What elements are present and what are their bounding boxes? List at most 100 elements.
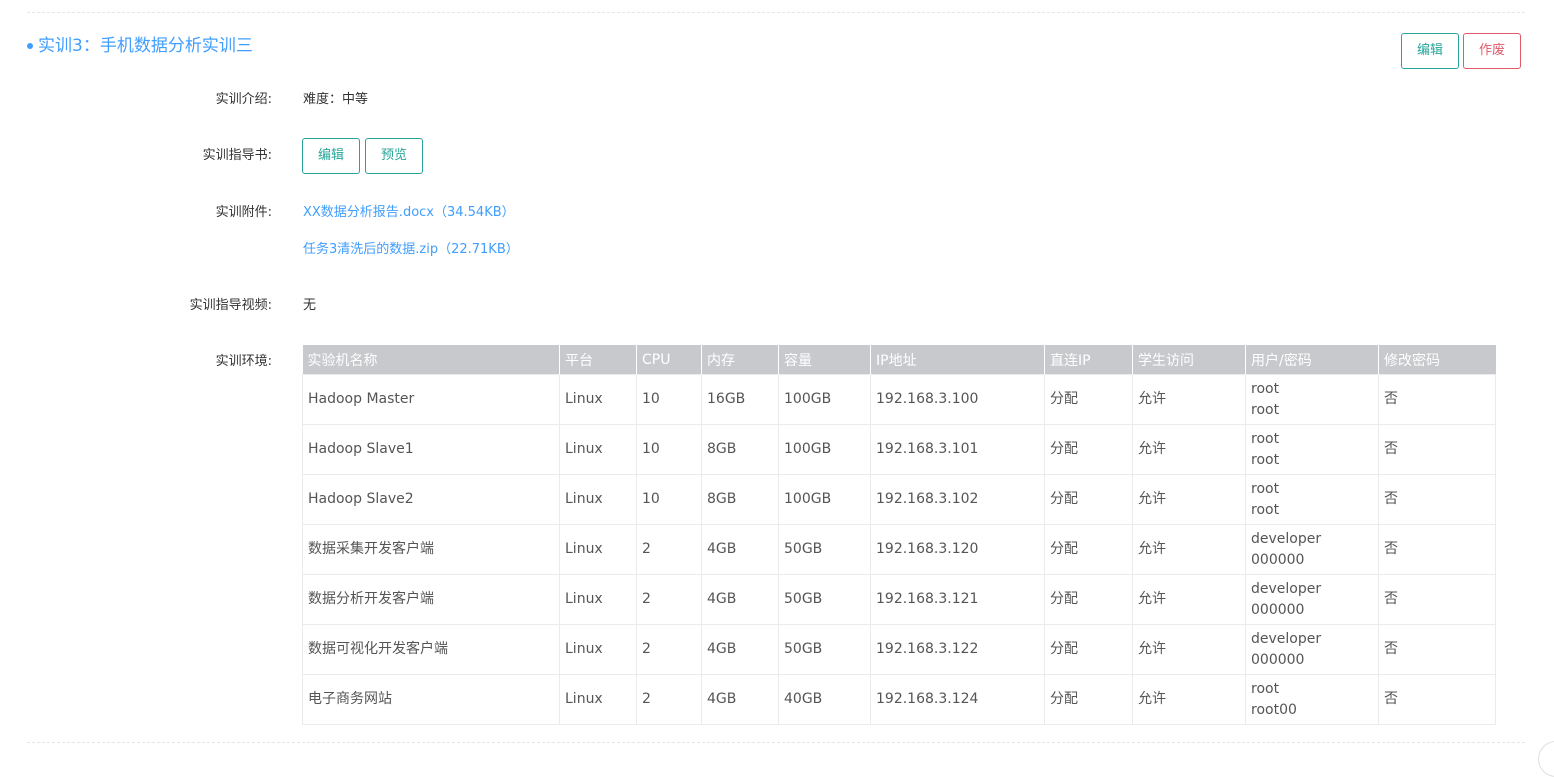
- section-title: 实训3：手机数据分析实训三: [38, 36, 253, 56]
- cell-password: 000000: [1251, 601, 1305, 618]
- cell-ip: 192.168.3.121: [870, 574, 1045, 625]
- cell-direct-ip: 分配: [1044, 574, 1133, 625]
- cell-memory: 4GB: [701, 574, 779, 625]
- cell-platform: Linux: [559, 524, 637, 575]
- header-direct-ip: 直连IP: [1044, 345, 1133, 375]
- cell-user: root: [1251, 380, 1280, 397]
- cell-user: developer: [1251, 580, 1322, 597]
- cell-user: root: [1251, 430, 1280, 447]
- cell-ip: 192.168.3.102: [870, 474, 1045, 525]
- cell-ip: 192.168.3.100: [870, 374, 1045, 425]
- cell-credentials: developer 000000: [1245, 524, 1379, 575]
- video-label: 实训指导视频:: [189, 298, 272, 313]
- cell-memory: 8GB: [701, 474, 779, 525]
- cell-platform: Linux: [559, 424, 637, 475]
- attachment-link-docx[interactable]: XX数据分析报告.docx（34.54KB）: [303, 203, 515, 223]
- guide-preview-button[interactable]: 预览: [365, 138, 423, 174]
- cell-vm-name: Hadoop Slave2: [302, 474, 560, 525]
- attachment-label: 实训附件:: [215, 205, 272, 220]
- section-bullet-icon: [27, 43, 33, 49]
- header-ip: IP地址: [870, 345, 1045, 375]
- cell-user: root: [1251, 480, 1280, 497]
- cell-platform: Linux: [559, 474, 637, 525]
- intro-label: 实训介绍:: [215, 92, 272, 107]
- cell-password: root00: [1251, 701, 1297, 718]
- cell-credentials: root root: [1245, 424, 1379, 475]
- cell-cpu: 2: [636, 574, 702, 625]
- cell-direct-ip: 分配: [1044, 674, 1133, 725]
- edit-section-button[interactable]: 编辑: [1401, 33, 1459, 69]
- guide-edit-button[interactable]: 编辑: [302, 138, 360, 174]
- cell-modify-password: 否: [1378, 624, 1496, 675]
- table-row: 数据采集开发客户端 Linux 2 4GB 50GB 192.168.3.120…: [302, 524, 1496, 575]
- header-vm-name: 实验机名称: [302, 345, 560, 375]
- cell-ip: 192.168.3.120: [870, 524, 1045, 575]
- cell-vm-name: 数据分析开发客户端: [302, 574, 560, 625]
- cell-password: root: [1251, 451, 1280, 468]
- cell-disk: 100GB: [778, 374, 871, 425]
- cell-cpu: 10: [636, 424, 702, 475]
- cell-user: developer: [1251, 630, 1322, 647]
- cell-credentials: developer 000000: [1245, 574, 1379, 625]
- cell-cpu: 2: [636, 524, 702, 575]
- cell-vm-name: Hadoop Master: [302, 374, 560, 425]
- cell-platform: Linux: [559, 674, 637, 725]
- header-cpu: CPU: [636, 345, 702, 375]
- cell-cpu: 10: [636, 374, 702, 425]
- cell-user: root: [1251, 680, 1280, 697]
- cell-student-access: 允许: [1132, 574, 1246, 625]
- header-modify-password: 修改密码: [1378, 345, 1496, 375]
- cell-memory: 16GB: [701, 374, 779, 425]
- header-credentials: 用户/密码: [1245, 345, 1379, 375]
- top-divider: [27, 12, 1525, 13]
- cell-disk: 50GB: [778, 574, 871, 625]
- table-row: Hadoop Master Linux 10 16GB 100GB 192.16…: [302, 374, 1496, 425]
- cell-cpu: 2: [636, 624, 702, 675]
- cell-vm-name: 数据可视化开发客户端: [302, 624, 560, 675]
- cell-cpu: 10: [636, 474, 702, 525]
- environment-label: 实训环境:: [215, 354, 272, 369]
- table-row: 数据可视化开发客户端 Linux 2 4GB 50GB 192.168.3.12…: [302, 624, 1496, 675]
- cell-direct-ip: 分配: [1044, 624, 1133, 675]
- cell-modify-password: 否: [1378, 374, 1496, 425]
- cell-ip: 192.168.3.124: [870, 674, 1045, 725]
- video-value: 无: [303, 298, 317, 313]
- cell-credentials: root root: [1245, 374, 1379, 425]
- scroll-top-button[interactable]: [1538, 741, 1554, 777]
- table-row: Hadoop Slave2 Linux 10 8GB 100GB 192.168…: [302, 474, 1496, 525]
- cell-direct-ip: 分配: [1044, 374, 1133, 425]
- cell-student-access: 允许: [1132, 624, 1246, 675]
- cell-student-access: 允许: [1132, 674, 1246, 725]
- cell-password: root: [1251, 501, 1280, 518]
- table-row: 电子商务网站 Linux 2 4GB 40GB 192.168.3.124 分配…: [302, 674, 1496, 725]
- cell-password: root: [1251, 401, 1280, 418]
- bottom-divider: [27, 742, 1525, 743]
- void-section-button[interactable]: 作废: [1463, 33, 1521, 69]
- cell-platform: Linux: [559, 574, 637, 625]
- cell-disk: 50GB: [778, 524, 871, 575]
- cell-vm-name: 电子商务网站: [302, 674, 560, 725]
- cell-credentials: root root: [1245, 474, 1379, 525]
- cell-memory: 4GB: [701, 524, 779, 575]
- cell-disk: 100GB: [778, 474, 871, 525]
- header-student-access: 学生访问: [1132, 345, 1246, 375]
- cell-vm-name: 数据采集开发客户端: [302, 524, 560, 575]
- cell-ip: 192.168.3.122: [870, 624, 1045, 675]
- attachment-link-zip[interactable]: 任务3清洗后的数据.zip（22.71KB）: [303, 240, 519, 260]
- intro-value: 难度：中等: [303, 92, 369, 107]
- cell-student-access: 允许: [1132, 374, 1246, 425]
- cell-memory: 4GB: [701, 624, 779, 675]
- cell-ip: 192.168.3.101: [870, 424, 1045, 475]
- table-row: 数据分析开发客户端 Linux 2 4GB 50GB 192.168.3.121…: [302, 574, 1496, 625]
- cell-credentials: developer 000000: [1245, 624, 1379, 675]
- header-memory: 内存: [701, 345, 779, 375]
- cell-credentials: root root00: [1245, 674, 1379, 725]
- cell-password: 000000: [1251, 551, 1305, 568]
- cell-modify-password: 否: [1378, 674, 1496, 725]
- cell-disk: 50GB: [778, 624, 871, 675]
- cell-student-access: 允许: [1132, 474, 1246, 525]
- header-platform: 平台: [559, 345, 637, 375]
- cell-user: developer: [1251, 530, 1322, 547]
- cell-modify-password: 否: [1378, 524, 1496, 575]
- cell-platform: Linux: [559, 374, 637, 425]
